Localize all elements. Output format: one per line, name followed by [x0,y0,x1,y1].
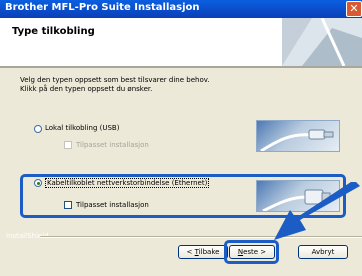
pointer-arrow-icon [274,182,360,240]
back-label: ilbake [198,248,220,256]
page-title: Type tilkobling [12,26,95,37]
instruction-line-1: Velg den typen oppsett som best tilsvare… [20,76,210,84]
usb-custom-install-label: Tilpasset installasjon [76,141,149,149]
ethernet-option-label[interactable]: Kabeltilkoblet nettverkstorbindelse (Eth… [45,178,210,188]
usb-cable-icon [256,120,340,152]
ethernet-custom-install-label[interactable]: Tilpasset installasjon [76,201,149,209]
header-decoration-icon [282,18,362,66]
title-bar[interactable]: Brother MFL-Pro Suite Installasjon ✕ [0,0,362,18]
main-panel: Velg den typen oppsett som best tilsvare… [0,68,362,276]
cancel-button[interactable]: Avbryt [298,245,348,259]
usb-option-label[interactable]: Lokal tilkobling (USB) [45,124,119,132]
back-button[interactable]: < Tilbake [178,245,228,259]
ethernet-radio[interactable] [34,179,42,187]
ethernet-custom-install-checkbox[interactable] [64,201,72,209]
instruction-line-2: Klikk på den typen oppsett du ønsker. [20,85,153,93]
window-title: Brother MFL-Pro Suite Installasjon [5,2,200,13]
usb-radio[interactable] [34,125,42,133]
usb-custom-install-checkbox[interactable] [64,141,72,149]
installer-window: Brother MFL-Pro Suite Installasjon ✕ Typ… [0,0,362,276]
back-prefix: < [186,248,195,256]
dialog-header: Type tilkobling [0,18,362,66]
close-button[interactable]: ✕ [346,1,362,17]
instructions: Velg den typen oppsett som best tilsvare… [20,76,340,94]
